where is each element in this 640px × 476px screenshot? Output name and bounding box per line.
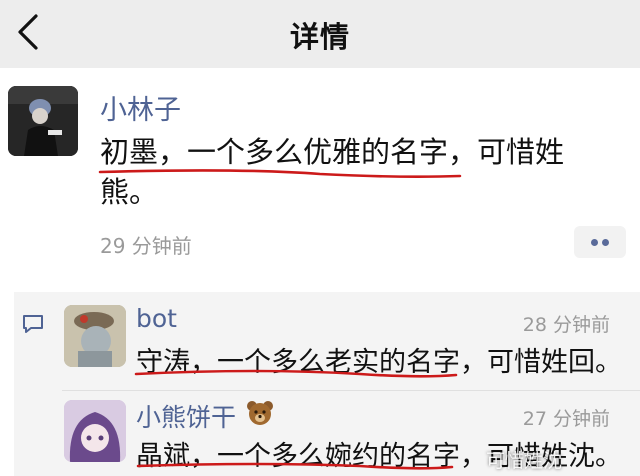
more-dots-icon — [591, 239, 598, 246]
watermark-text: 可惜姓沈 — [486, 450, 563, 472]
avatar[interactable] — [8, 86, 78, 156]
comment-icon — [23, 315, 43, 333]
comment-timestamp: 27 分钟前 — [522, 408, 610, 430]
avatar[interactable] — [64, 305, 126, 367]
post-content: 初墨，一个多么优雅的名字，可惜姓熊。 — [100, 135, 565, 209]
comment-timestamp: 28 分钟前 — [522, 314, 610, 336]
nav-bar: 详情 — [0, 0, 640, 68]
comment-text[interactable]: 守涛，一个多么老实的名字，可惜姓回。 — [136, 340, 622, 379]
moment-post: 小林子 初墨，一个多么优雅的名字，可惜姓熊。 29 分钟前 — [0, 68, 640, 283]
post-author-name[interactable]: 小林子 — [100, 88, 181, 127]
comment-author-name[interactable]: bot — [136, 304, 177, 333]
page-title: 详情 — [289, 20, 350, 54]
more-options-button[interactable] — [574, 226, 626, 258]
post-timestamp: 29 分钟前 — [100, 234, 192, 258]
bear-emoji-icon — [247, 401, 273, 425]
avatar[interactable] — [64, 400, 126, 462]
divider — [62, 390, 640, 391]
comment-author-name[interactable]: 小熊饼干 — [136, 398, 236, 434]
more-dots-icon-dot — [602, 239, 609, 246]
